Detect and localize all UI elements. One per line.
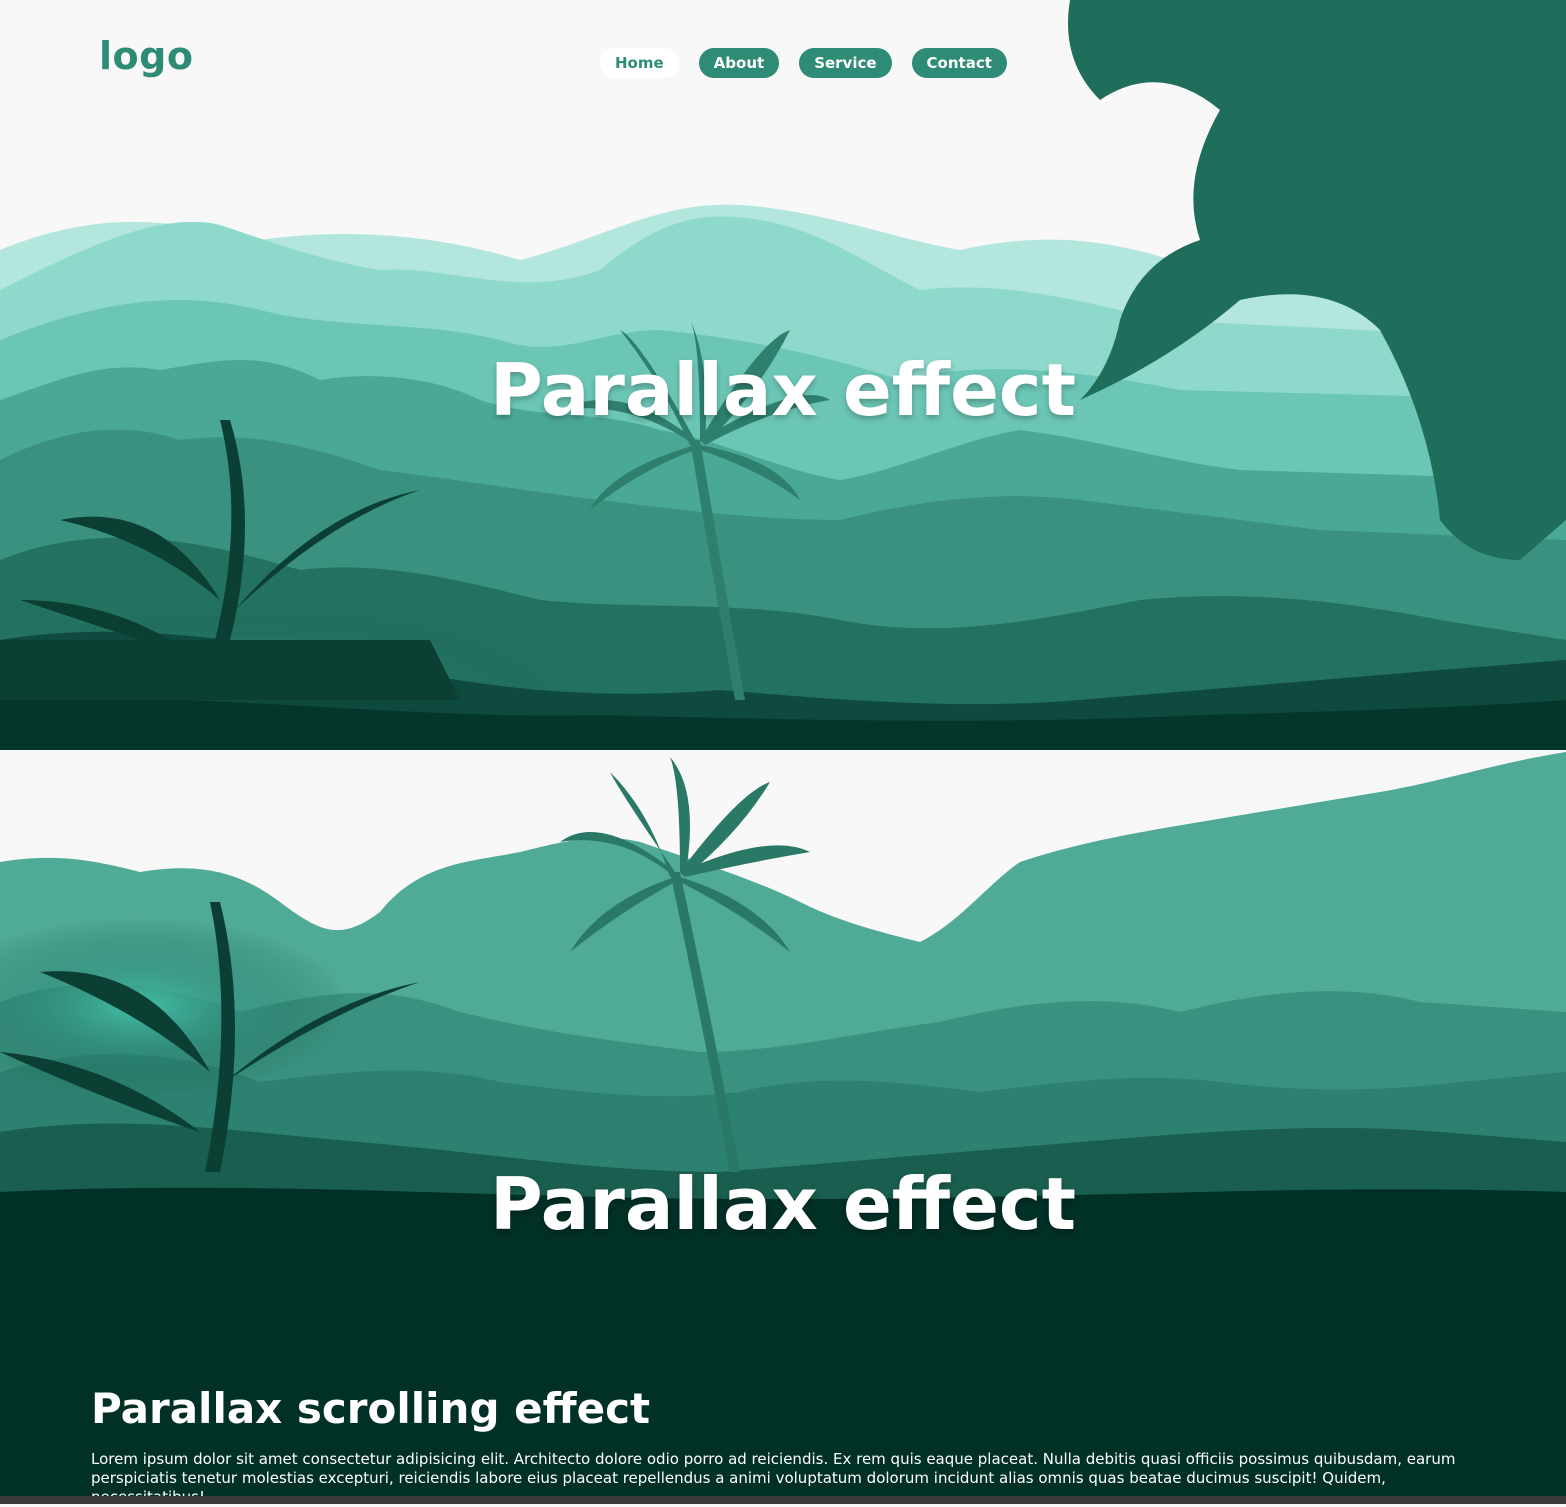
nav-link-contact[interactable]: Contact [911,48,1007,78]
content-section: Parallax scrolling effect Lorem ipsum do… [0,1296,1566,1506]
nav-link-service[interactable]: Service [799,48,892,78]
site-logo[interactable]: logo [99,34,193,78]
main-nav: Home About Service Contact [600,48,1007,78]
content-heading: Parallax scrolling effect [91,1384,651,1433]
hero-title: Parallax effect [489,1162,1077,1246]
nav-link-about[interactable]: About [698,48,780,78]
nav-link-home[interactable]: Home [600,48,679,78]
hero-section-top: logo Home About Service Contact Parallax… [0,0,1566,750]
hero-title: Parallax effect [489,348,1077,432]
site-header: logo Home About Service Contact [0,0,1566,130]
os-taskbar [0,1496,1566,1504]
